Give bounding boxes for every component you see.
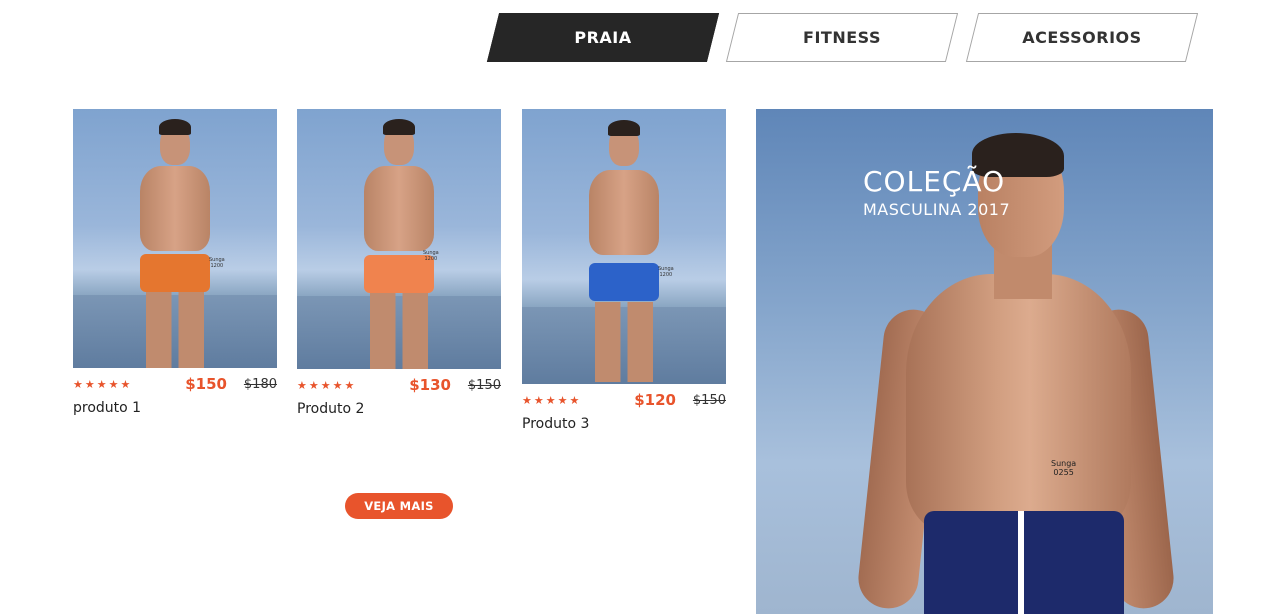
swim-shorts [140, 254, 210, 293]
product-meta: ★★★★★ $120 $150 [522, 391, 726, 416]
product-old-price: $180 [243, 377, 277, 392]
product-price: $130 [409, 376, 451, 394]
product-name[interactable]: Produto 2 [297, 401, 501, 417]
product-tag: Sunga 1200 [423, 250, 439, 262]
model-legs [370, 291, 428, 369]
product-name[interactable]: Produto 3 [522, 416, 726, 432]
rating-stars: ★★★★★ [297, 379, 357, 392]
collection-banner[interactable]: Sunga 0255 COLEÇÃO MASCULINA 2017 [756, 109, 1213, 614]
model-hair [383, 119, 415, 136]
model-hair [159, 119, 191, 136]
tab-fitness[interactable]: FITNESS [725, 13, 959, 62]
product-meta: ★★★★★ $130 $150 [297, 376, 501, 401]
tab-label: PRAIA [574, 28, 632, 47]
tab-acessorios[interactable]: ACESSORIOS [965, 13, 1199, 62]
banner-tag-line: 0255 [1053, 468, 1074, 477]
product-old-price: $150 [692, 393, 726, 408]
product-card[interactable]: Sunga 1200 ★★★★★ $130 $150 Produto 2 [297, 109, 501, 417]
banner-tag: Sunga 0255 [1051, 459, 1076, 477]
product-tag: Sunga 1200 [209, 257, 225, 269]
shorts-stripe [1018, 511, 1024, 614]
product-card[interactable]: Sunga 1200 ★★★★★ $150 $180 produto 1 [73, 109, 277, 416]
swim-shorts [924, 511, 1124, 614]
model-torso [364, 166, 434, 252]
banner-subtitle: MASCULINA 2017 [863, 200, 1011, 219]
product-old-price: $150 [467, 378, 501, 393]
product-image[interactable]: Sunga 1200 [297, 109, 501, 369]
model-legs [595, 301, 653, 382]
tab-label: FITNESS [803, 28, 881, 47]
banner-title: COLEÇÃO [863, 165, 1006, 198]
rating-stars: ★★★★★ [522, 394, 582, 407]
tab-label: ACESSORIOS [1022, 28, 1142, 47]
rating-stars: ★★★★★ [73, 378, 133, 391]
product-meta: ★★★★★ $150 $180 [73, 375, 277, 400]
model-torso [589, 169, 659, 255]
product-price: $150 [185, 375, 227, 393]
product-price: $120 [634, 391, 676, 409]
tab-praia[interactable]: PRAIA [486, 13, 720, 62]
product-card[interactable]: Sunga 1200 ★★★★★ $120 $150 Produto 3 [522, 109, 726, 432]
banner-tag-line: Sunga [1051, 459, 1077, 468]
product-name[interactable]: produto 1 [73, 400, 277, 416]
product-image[interactable]: Sunga 1200 [73, 109, 277, 368]
model-legs [146, 290, 204, 368]
product-image[interactable]: Sunga 1200 [522, 109, 726, 384]
model-hair [608, 120, 640, 136]
product-tag: Sunga 1200 [658, 266, 674, 278]
model-torso [140, 165, 210, 251]
veja-mais-button[interactable]: VEJA MAIS [345, 493, 453, 519]
swim-shorts [589, 263, 659, 301]
model-torso [906, 274, 1131, 534]
